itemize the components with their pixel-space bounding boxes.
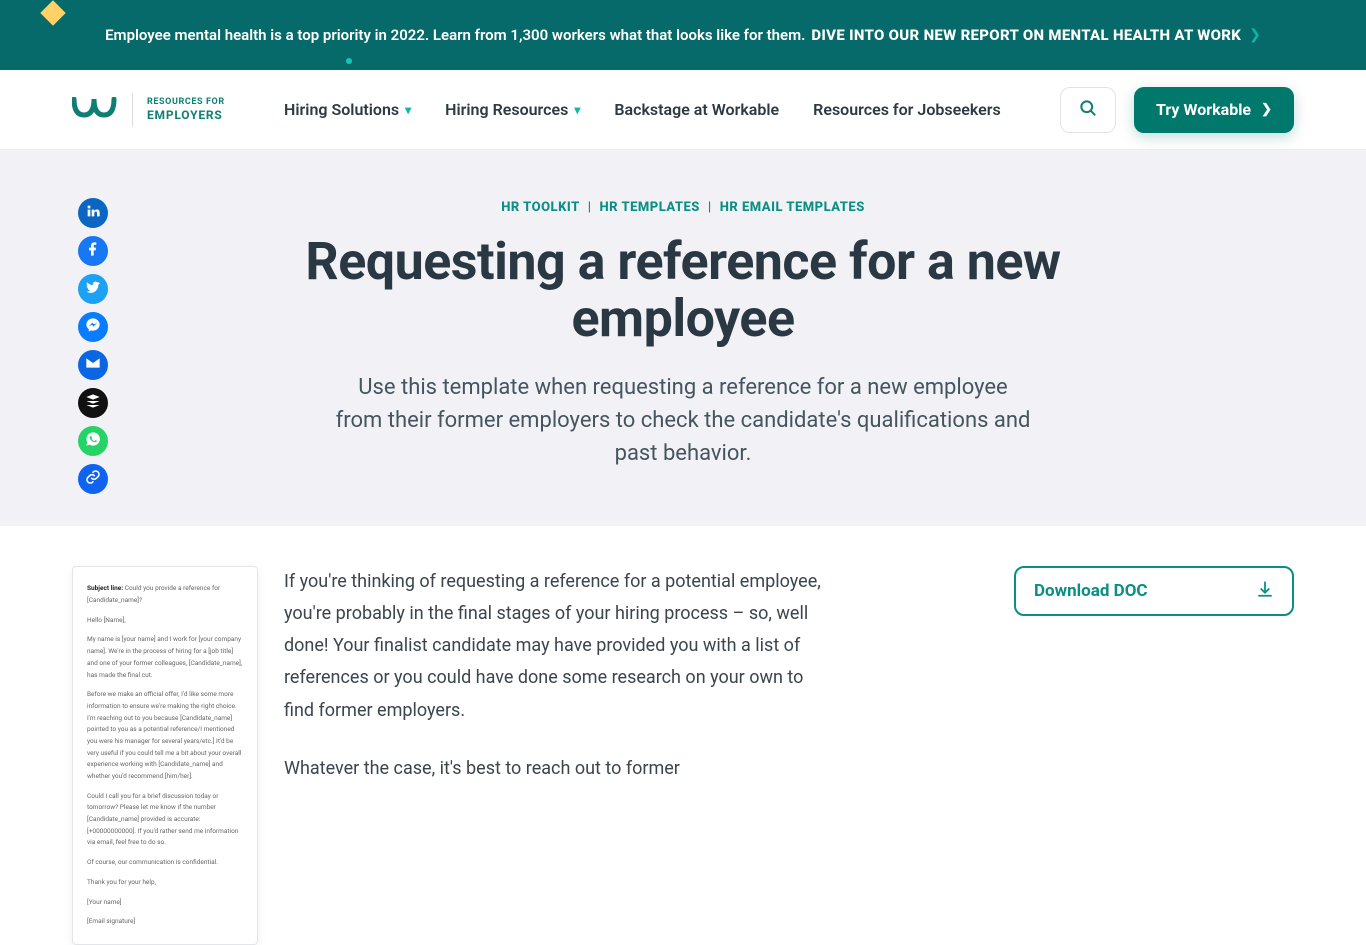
- page-lead: Use this template when requesting a refe…: [333, 371, 1033, 470]
- announcement-cta[interactable]: DIVE INTO OUR NEW REPORT ON MENTAL HEALT…: [811, 26, 1241, 44]
- announcement-bar[interactable]: Employee mental health is a top priority…: [0, 0, 1366, 70]
- share-messenger[interactable]: [78, 312, 108, 342]
- try-workable-button[interactable]: Try Workable❯: [1134, 87, 1294, 133]
- chevron-down-icon: ▾: [574, 103, 580, 117]
- share-twitter[interactable]: [78, 274, 108, 304]
- chevron-right-icon: ❯: [1249, 27, 1261, 43]
- logo-mark-icon: [72, 97, 118, 123]
- logo[interactable]: RESOURCES FOR EMPLOYERS: [72, 93, 225, 127]
- page-title: Requesting a reference for a new employe…: [303, 233, 1063, 347]
- nav-links: Hiring Solutions▾ Hiring Resources▾ Back…: [284, 100, 1001, 119]
- share-rail: [78, 198, 108, 494]
- main-nav: RESOURCES FOR EMPLOYERS Hiring Solutions…: [0, 70, 1366, 150]
- nav-right: Try Workable❯: [1060, 87, 1294, 133]
- breadcrumb-2[interactable]: HR TEMPLATES: [600, 200, 700, 215]
- twitter-icon: [85, 279, 101, 299]
- announcement-text: Employee mental health is a top priority…: [105, 26, 805, 44]
- nav-hiring-solutions[interactable]: Hiring Solutions▾: [284, 100, 411, 119]
- share-buffer[interactable]: [78, 388, 108, 418]
- decoration-diamond: [40, 0, 65, 25]
- download-box: Download DOC: [1014, 566, 1294, 616]
- nav-jobseekers[interactable]: Resources for Jobseekers: [813, 100, 1001, 119]
- search-button[interactable]: [1060, 87, 1116, 133]
- chevron-down-icon: ▾: [405, 103, 411, 117]
- share-copy-link[interactable]: [78, 464, 108, 494]
- messenger-icon: [85, 317, 101, 337]
- email-icon: [85, 355, 101, 375]
- share-email[interactable]: [78, 350, 108, 380]
- decoration-dot: [346, 58, 352, 64]
- document-thumbnail[interactable]: Subject line: Could you provide a refere…: [72, 566, 258, 945]
- share-linkedin[interactable]: [78, 198, 108, 228]
- breadcrumb-sep: |: [588, 200, 592, 215]
- article-p2: Whatever the case, it's best to reach ou…: [284, 753, 824, 785]
- buffer-icon: [85, 393, 101, 413]
- article-text: If you're thinking of requesting a refer…: [284, 566, 824, 810]
- linkedin-icon: [85, 203, 101, 223]
- hero: HR TOOLKIT | HR TEMPLATES | HR EMAIL TEM…: [0, 150, 1366, 526]
- whatsapp-icon: [85, 431, 101, 451]
- download-icon: [1256, 580, 1274, 603]
- article-body: Subject line: Could you provide a refere…: [0, 526, 1366, 945]
- breadcrumb-sep: |: [708, 200, 712, 215]
- breadcrumb-3[interactable]: HR EMAIL TEMPLATES: [720, 200, 865, 215]
- facebook-icon: [85, 241, 101, 261]
- nav-hiring-resources[interactable]: Hiring Resources▾: [445, 100, 580, 119]
- chevron-right-icon: ❯: [1261, 102, 1272, 117]
- nav-backstage[interactable]: Backstage at Workable: [614, 100, 779, 119]
- breadcrumb-1[interactable]: HR TOOLKIT: [501, 200, 579, 215]
- breadcrumb: HR TOOLKIT | HR TEMPLATES | HR EMAIL TEM…: [0, 200, 1366, 215]
- download-doc-button[interactable]: Download DOC: [1014, 566, 1294, 616]
- copy-link-icon: [85, 469, 101, 489]
- logo-text: RESOURCES FOR EMPLOYERS: [147, 97, 225, 122]
- share-facebook[interactable]: [78, 236, 108, 266]
- share-whatsapp[interactable]: [78, 426, 108, 456]
- search-icon: [1078, 98, 1098, 121]
- article-p1: If you're thinking of requesting a refer…: [284, 566, 824, 726]
- logo-divider: [132, 93, 133, 127]
